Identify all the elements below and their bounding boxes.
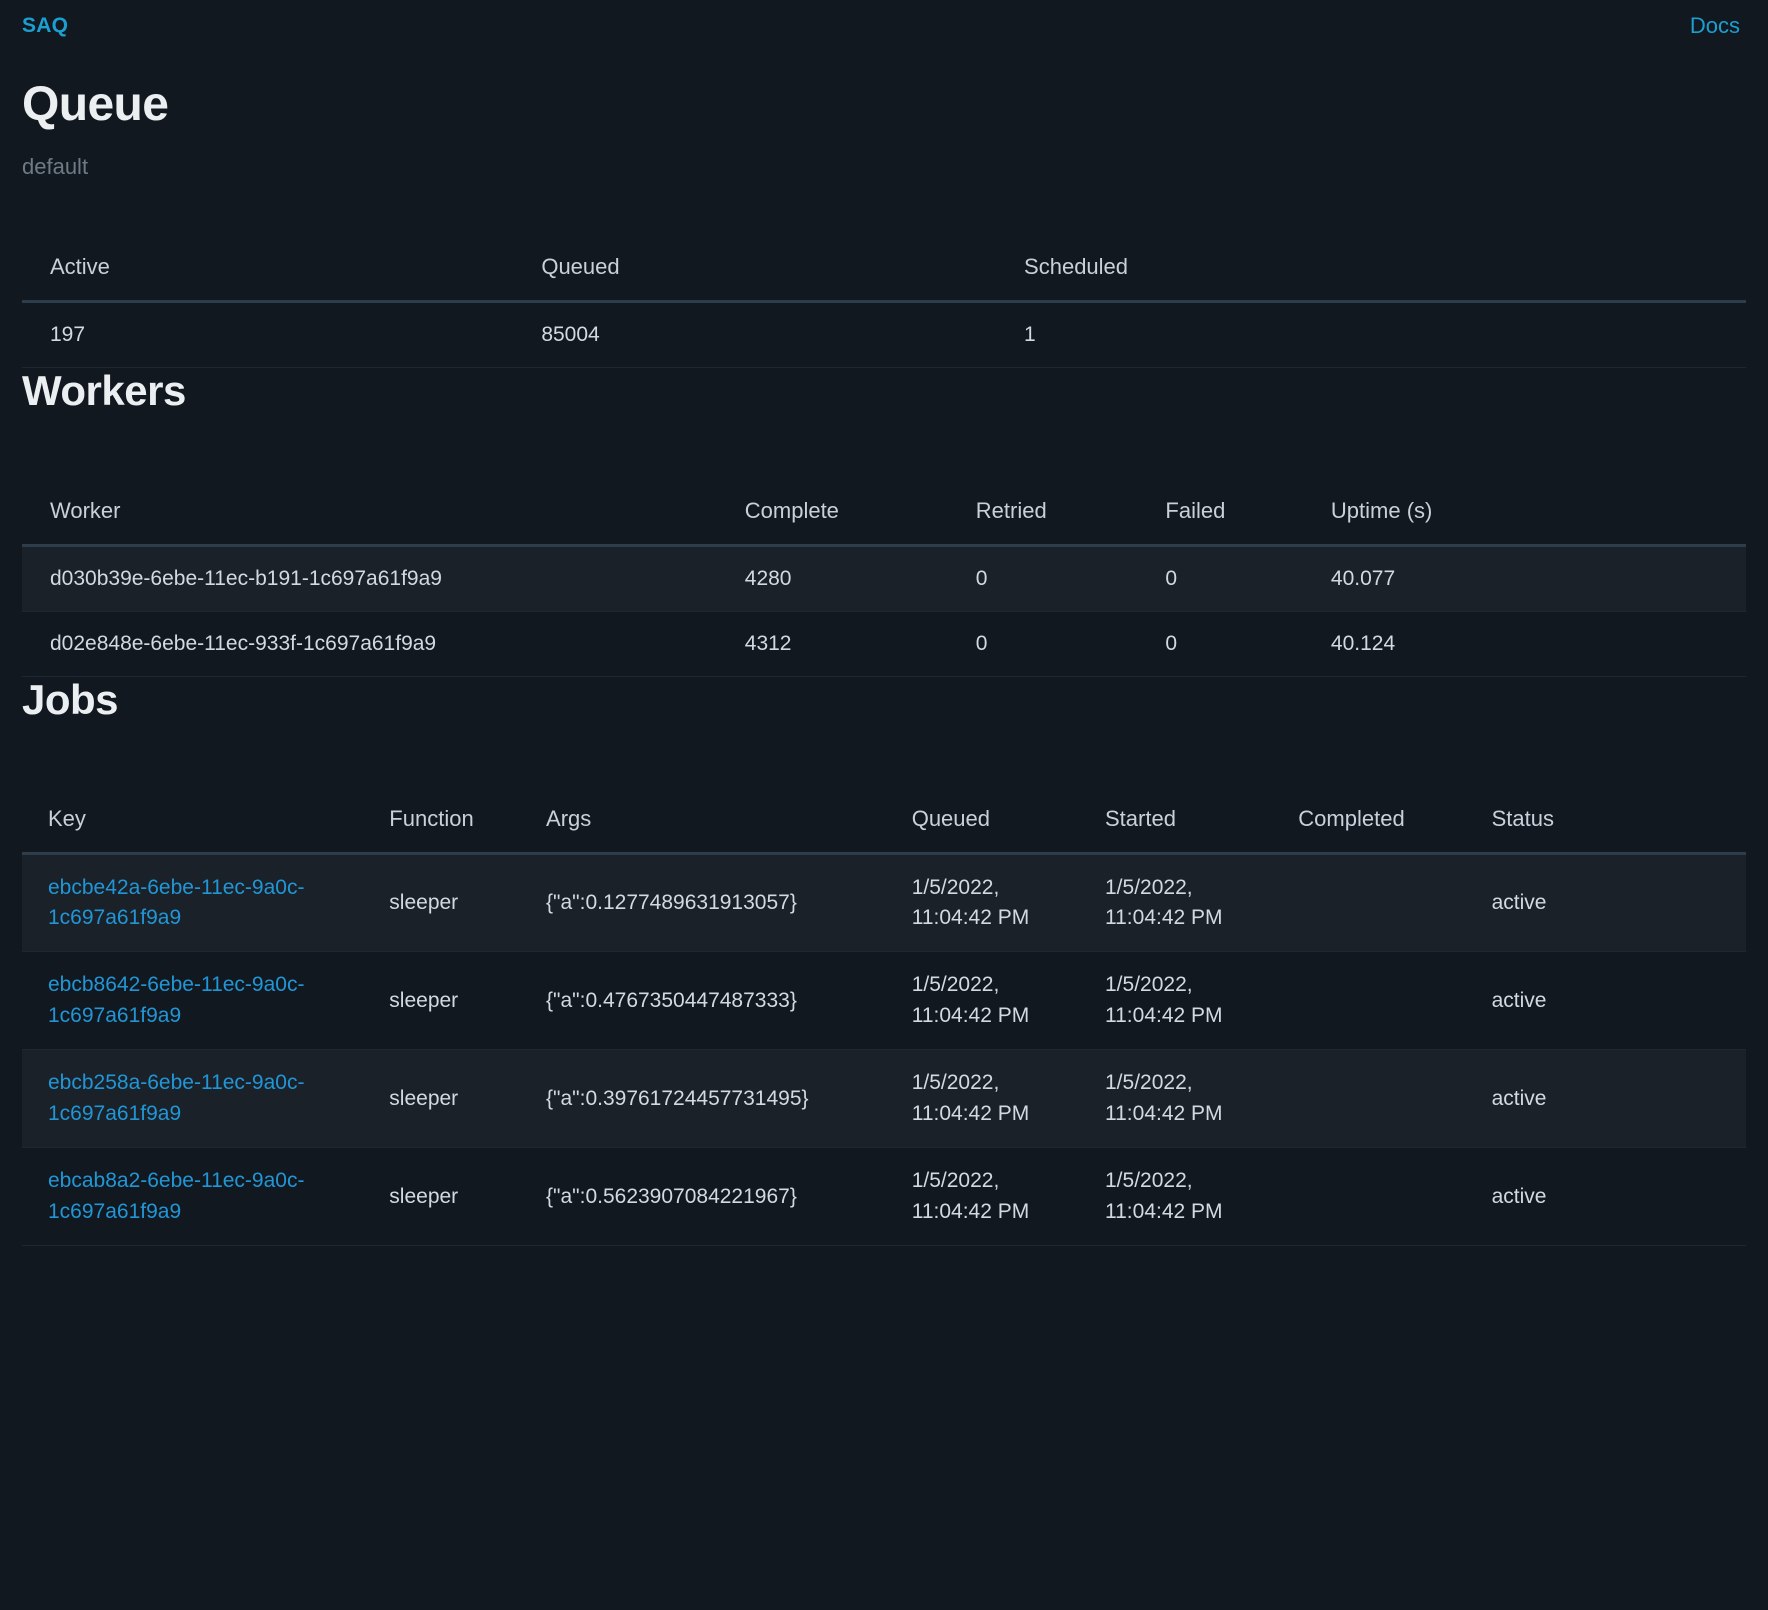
job-queued-timestamp: 1/5/2022, 11:04:42 PM bbox=[885, 1049, 1079, 1149]
column-header-complete: Complete bbox=[716, 484, 948, 548]
table-header-row: Key Function Args Queued Started Complet… bbox=[22, 791, 1746, 855]
job-completed-timestamp bbox=[1272, 1147, 1466, 1247]
queue-scheduled-value: 1 bbox=[996, 301, 1746, 369]
column-header-status: Status bbox=[1465, 791, 1746, 855]
table-row: d030b39e-6ebe-11ec-b191-1c697a61f9a9 428… bbox=[22, 545, 1746, 613]
workers-table: Worker Complete Retried Failed Uptime (s… bbox=[22, 484, 1746, 678]
column-header-queued: Queued bbox=[513, 240, 997, 304]
job-completed-timestamp bbox=[1272, 951, 1466, 1051]
table-header-row: Worker Complete Retried Failed Uptime (s… bbox=[22, 484, 1746, 548]
job-started-timestamp: 1/5/2022, 11:04:42 PM bbox=[1079, 951, 1273, 1051]
column-header-args: Args bbox=[520, 791, 886, 855]
job-args: {"a":0.5623907084221967} bbox=[520, 1147, 886, 1247]
job-completed-timestamp bbox=[1272, 1049, 1466, 1149]
worker-retried: 0 bbox=[947, 545, 1138, 613]
column-header-failed: Failed bbox=[1137, 484, 1303, 548]
job-key-link[interactable]: ebcbe42a-6ebe-11ec-9a0c-1c697a61f9a9 bbox=[48, 873, 363, 934]
worker-complete: 4312 bbox=[716, 611, 948, 678]
column-header-uptime: Uptime (s) bbox=[1302, 484, 1746, 548]
job-started-timestamp: 1/5/2022, 11:04:42 PM bbox=[1079, 853, 1273, 953]
queue-stats-table: Active Queued Scheduled 197 85004 1 bbox=[22, 240, 1746, 369]
column-header-completed: Completed bbox=[1272, 791, 1466, 855]
job-queued-timestamp: 1/5/2022, 11:04:42 PM bbox=[885, 853, 1079, 953]
job-status: active bbox=[1465, 1049, 1746, 1149]
table-row: ebcbe42a-6ebe-11ec-9a0c-1c697a61f9a9 sle… bbox=[22, 853, 1746, 953]
job-key-link[interactable]: ebcb8642-6ebe-11ec-9a0c-1c697a61f9a9 bbox=[48, 970, 363, 1031]
job-started-timestamp: 1/5/2022, 11:04:42 PM bbox=[1079, 1147, 1273, 1247]
column-header-key: Key bbox=[22, 791, 364, 855]
job-status: active bbox=[1465, 853, 1746, 953]
table-header-row: Active Queued Scheduled bbox=[22, 240, 1746, 304]
job-key-link[interactable]: ebcab8a2-6ebe-11ec-9a0c-1c697a61f9a9 bbox=[48, 1166, 363, 1227]
job-args: {"a":0.39761724457731495} bbox=[520, 1049, 886, 1149]
top-navbar: SAQ Docs bbox=[22, 0, 1746, 44]
worker-failed: 0 bbox=[1137, 611, 1303, 678]
table-row: d02e848e-6ebe-11ec-933f-1c697a61f9a9 431… bbox=[22, 611, 1746, 678]
job-started-timestamp: 1/5/2022, 11:04:42 PM bbox=[1079, 1049, 1273, 1149]
workers-section-title: Workers bbox=[22, 367, 186, 415]
job-function: sleeper bbox=[363, 1147, 521, 1247]
column-header-worker: Worker bbox=[22, 484, 717, 548]
column-header-queued: Queued bbox=[885, 791, 1079, 855]
job-queued-timestamp: 1/5/2022, 11:04:42 PM bbox=[885, 951, 1079, 1051]
queue-page-title: Queue bbox=[22, 78, 169, 131]
worker-retried: 0 bbox=[947, 611, 1138, 678]
column-header-function: Function bbox=[363, 791, 521, 855]
queue-queued-value: 85004 bbox=[513, 301, 997, 369]
column-header-scheduled: Scheduled bbox=[996, 240, 1746, 304]
worker-complete: 4280 bbox=[716, 545, 948, 613]
table-row: 197 85004 1 bbox=[22, 301, 1746, 369]
table-row: ebcb258a-6ebe-11ec-9a0c-1c697a61f9a9 sle… bbox=[22, 1049, 1746, 1149]
job-queued-timestamp: 1/5/2022, 11:04:42 PM bbox=[885, 1147, 1079, 1247]
queue-name-subtitle: default bbox=[22, 153, 89, 179]
job-key-cell: ebcbe42a-6ebe-11ec-9a0c-1c697a61f9a9 bbox=[22, 853, 364, 953]
job-function: sleeper bbox=[363, 1049, 521, 1149]
job-key-cell: ebcab8a2-6ebe-11ec-9a0c-1c697a61f9a9 bbox=[22, 1147, 364, 1247]
job-function: sleeper bbox=[363, 853, 521, 953]
worker-id: d02e848e-6ebe-11ec-933f-1c697a61f9a9 bbox=[22, 611, 717, 678]
docs-link[interactable]: Docs bbox=[1690, 13, 1746, 39]
job-key-cell: ebcb8642-6ebe-11ec-9a0c-1c697a61f9a9 bbox=[22, 951, 364, 1051]
job-completed-timestamp bbox=[1272, 853, 1466, 953]
column-header-retried: Retried bbox=[947, 484, 1138, 548]
job-function: sleeper bbox=[363, 951, 521, 1051]
jobs-section-title: Jobs bbox=[22, 676, 119, 724]
job-args: {"a":0.1277489631913057} bbox=[520, 853, 886, 953]
queue-active-value: 197 bbox=[22, 301, 514, 369]
job-key-cell: ebcb258a-6ebe-11ec-9a0c-1c697a61f9a9 bbox=[22, 1049, 364, 1149]
table-row: ebcb8642-6ebe-11ec-9a0c-1c697a61f9a9 sle… bbox=[22, 951, 1746, 1051]
column-header-started: Started bbox=[1079, 791, 1273, 855]
worker-id: d030b39e-6ebe-11ec-b191-1c697a61f9a9 bbox=[22, 545, 717, 613]
page-root: SAQ Docs Queue default Active Queued Sch… bbox=[0, 0, 1768, 1247]
column-header-active: Active bbox=[22, 240, 514, 304]
job-status: active bbox=[1465, 1147, 1746, 1247]
job-status: active bbox=[1465, 951, 1746, 1051]
worker-uptime: 40.077 bbox=[1302, 545, 1746, 613]
brand-link-saq[interactable]: SAQ bbox=[22, 14, 68, 38]
jobs-table: Key Function Args Queued Started Complet… bbox=[22, 791, 1746, 1247]
worker-failed: 0 bbox=[1137, 545, 1303, 613]
job-key-link[interactable]: ebcb258a-6ebe-11ec-9a0c-1c697a61f9a9 bbox=[48, 1068, 363, 1129]
job-args: {"a":0.4767350447487333} bbox=[520, 951, 886, 1051]
table-row: ebcab8a2-6ebe-11ec-9a0c-1c697a61f9a9 sle… bbox=[22, 1147, 1746, 1247]
worker-uptime: 40.124 bbox=[1302, 611, 1746, 678]
